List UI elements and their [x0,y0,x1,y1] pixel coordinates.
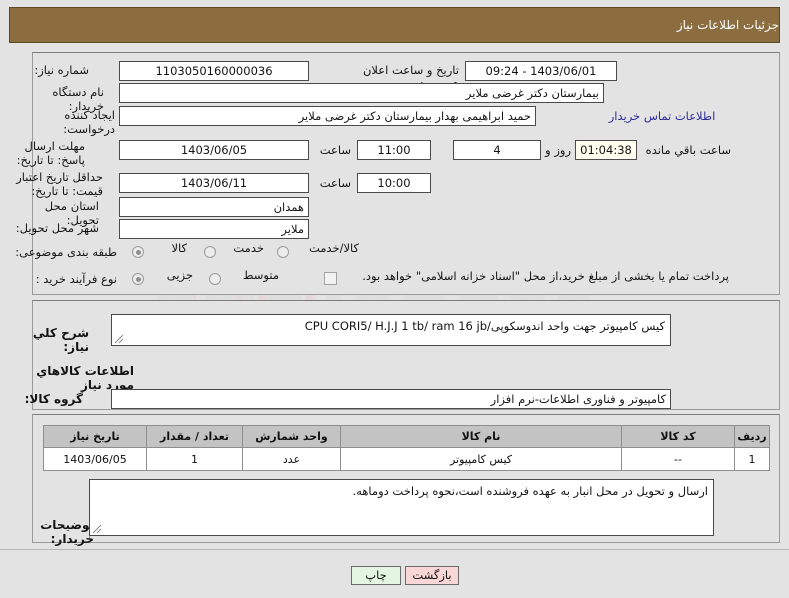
page-root: ariaTender .net جزئیات اطلاعات نیاز شمار… [0,0,789,598]
price-validity-time: 10:00 [357,173,431,193]
print-button[interactable]: چاپ [351,566,401,585]
price-validity-date: 1403/06/11 [119,173,309,193]
col-name: نام کالا [340,425,622,448]
purchase-process-label: نوع فرآیند خرید : [35,272,117,286]
table-header-row: ردیف کد کالا نام کالا واحد شمارش تعداد /… [43,425,770,448]
cell-code: -- [621,447,735,471]
cell-radif: 1 [734,447,770,471]
requester-value: حمید ابراهیمی بهدار بیمارستان دکتر غرضی … [119,106,536,126]
footer-divider [0,549,789,550]
goods-group-label: گروه کالا: [24,392,83,406]
buyer-contact-link[interactable]: اطلاعات تماس خریدار [547,106,777,126]
radio-subject-khedmat[interactable] [204,246,216,258]
radio-subject-khedmat-label: خدمت [233,241,264,255]
price-validity-label: حداقل تاریخ اعتبار قیمت: تا تاریخ: [16,170,103,198]
radio-subject-kala[interactable] [132,246,144,258]
resize-grip-icon [114,334,124,344]
radio-subject-kala-label: کالا [171,241,187,255]
need-number-label: شماره نیاز: [34,63,89,77]
reply-deadline-days: 4 [453,140,541,160]
subject-class-label: طبقه بندی موضوعی: [15,245,117,259]
cell-name: کیس کامپیوتر [340,447,622,471]
cell-unit: عدد [242,447,341,471]
radio-process-motavasset-label: متوسط [242,268,279,282]
back-button[interactable]: بازگشت [405,566,459,585]
buyer-notes-value: ارسال و تحویل در محل انبار به عهده فروشن… [352,484,708,498]
resize-grip-icon [92,524,102,534]
city-value: ملایر [119,219,309,239]
reply-deadline-label: مهلت ارسال پاسخ: تا تاریخ: [16,139,85,167]
city-label: شهر محل تحویل: [15,221,99,235]
table-row: 1 -- کیس کامپیوتر عدد 1 1403/06/05 [43,447,770,471]
goods-section-title: اطلاعات کالاهاي مورد نیاز [36,364,134,392]
description-value-box[interactable]: کیس کامپیوتر جهت واحد اندوسکوپی/CPU CORI… [111,314,671,346]
treasury-note-checkbox[interactable] [324,272,337,285]
radio-subject-kala-khedmat[interactable] [277,246,289,258]
cell-qty: 1 [146,447,243,471]
province-value: همدان [119,197,309,217]
price-validity-time-label: ساعت [319,176,351,190]
col-qty: تعداد / مقدار [146,425,243,448]
cell-need-date: 1403/06/05 [43,447,147,471]
page-title: جزئیات اطلاعات نیاز [676,18,779,32]
need-number-value: 1103050160000036 [119,61,309,81]
reply-deadline-countdown: 01:04:38 [575,140,637,160]
buyer-notes-box[interactable]: ارسال و تحویل در محل انبار به عهده فروشن… [89,479,714,536]
treasury-note-text: پرداخت تمام یا بخشی از مبلغ خرید،از محل … [362,269,729,283]
radio-process-jozii[interactable] [132,273,144,285]
goods-group-value: کامپیوتر و فناوری اطلاعات-نرم افزار [111,389,671,409]
radio-process-motavasset[interactable] [209,273,221,285]
col-radif: ردیف [734,425,770,448]
col-code: کد کالا [621,425,735,448]
reply-deadline-time-label: ساعت [319,143,351,157]
col-unit: واحد شمارش [242,425,341,448]
reply-deadline-time: 11:00 [357,140,431,160]
reply-deadline-date: 1403/06/05 [119,140,309,160]
col-need-date: تاریخ نیاز [43,425,147,448]
description-label: شرح کلي نیاز: [32,326,89,354]
items-table: ردیف کد کالا نام کالا واحد شمارش تعداد /… [43,425,770,471]
radio-process-jozii-label: جزیی [166,268,193,282]
description-value: کیس کامپیوتر جهت واحد اندوسکوپی/CPU CORI… [304,319,665,333]
announce-datetime-value: 1403/06/01 - 09:24 [465,61,617,81]
buyer-org-value: بیمارستان دکتر غرضی ملایر [119,83,604,103]
buyer-notes-label: توضیحات خریدار: [40,518,94,546]
reply-deadline-remaining-label: ساعت باقي مانده [645,143,731,157]
reply-deadline-days-label: روز و [545,143,571,157]
radio-subject-kala-khedmat-label: کالا/خدمت [308,241,359,255]
window-title-bar: جزئیات اطلاعات نیاز [9,7,780,43]
requester-label: ایجاد کننده درخواست: [63,108,115,136]
